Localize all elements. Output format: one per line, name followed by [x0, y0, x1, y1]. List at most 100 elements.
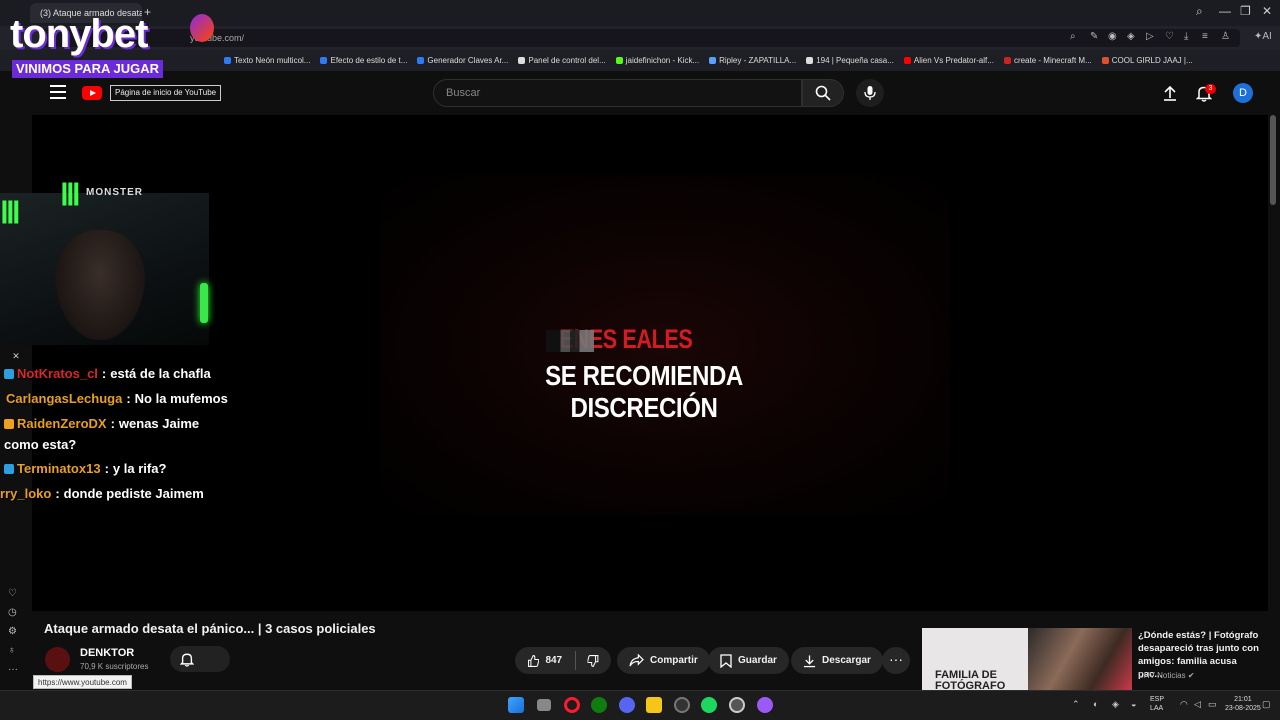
wifi-icon[interactable]: ◠ — [1180, 699, 1188, 710]
chat-separator: : — [126, 391, 131, 406]
download-button[interactable]: Descargar — [791, 647, 883, 674]
minimize-icon[interactable]: — — [1219, 4, 1231, 18]
heart-icon[interactable]: ♡ — [8, 588, 18, 599]
bookmarks-bar: Texto Neón multicol... Efecto de estilo d… — [0, 50, 1280, 71]
volume-icon[interactable]: ◁ — [1194, 699, 1201, 710]
chrome-icon[interactable] — [729, 697, 745, 713]
close-window-icon[interactable]: ✕ — [1262, 4, 1272, 18]
xbox-icon[interactable] — [591, 697, 607, 713]
hamburger-menu-icon[interactable] — [50, 85, 66, 99]
channel-subscribers: 70,9 K suscriptores — [80, 662, 149, 671]
thumbnail-text: FAMILIA DE FOTÓGRAFO — [935, 669, 1006, 692]
bookmark-label: Ripley - ZAPATILLA... — [719, 56, 797, 65]
copilot-icon[interactable] — [757, 697, 773, 713]
chat-badge-icon — [4, 464, 14, 474]
bell-icon — [180, 653, 194, 667]
more-icon[interactable]: ··· — [8, 664, 18, 675]
search-button[interactable] — [802, 79, 844, 107]
channel-name[interactable]: DENKTOR — [80, 647, 134, 659]
chat-badge-icon — [4, 419, 14, 429]
subscription-bell-button[interactable] — [170, 646, 230, 672]
clock-icon[interactable]: ◷ — [8, 607, 18, 618]
recommended-channel[interactable]: CHV Noticias ✔ — [1138, 671, 1195, 680]
bookmark-item[interactable]: Generador Claves Ar... — [417, 56, 508, 65]
file-explorer-icon[interactable] — [646, 697, 662, 713]
profile-icon[interactable]: ♙ — [1221, 31, 1230, 42]
like-count[interactable]: 847 — [545, 655, 562, 666]
monster-sponsor-label: MONSTER — [86, 187, 143, 198]
page-scrollbar[interactable] — [1270, 115, 1276, 205]
task-view-icon[interactable] — [537, 699, 551, 711]
chat-message: rry_loko: donde pediste Jaimem — [0, 486, 204, 501]
network-tray-icon[interactable]: ◒ — [1131, 699, 1136, 709]
battery-icon[interactable]: ▭ — [1208, 699, 1217, 710]
chat-username: RaidenZeroDX — [17, 416, 107, 431]
chat-badge-icon — [4, 369, 14, 379]
verified-icon: ✔ — [1187, 671, 1195, 680]
chat-text: está de la chafla — [110, 366, 211, 381]
chat-username: CarlangasLechuga — [6, 391, 123, 406]
tray-app-icon[interactable]: ◐ — [1093, 699, 1098, 709]
chat-separator: : — [55, 486, 60, 501]
brand-logo-mark-icon — [190, 14, 214, 42]
clock[interactable]: 21:01 23-08-2025 — [1225, 695, 1261, 713]
bookmark-item[interactable]: COOL GIRLD JAAJ |... — [1101, 56, 1193, 65]
zoom-icon[interactable]: ⌕ — [1070, 31, 1076, 42]
shield-icon[interactable]: ◈ — [1127, 31, 1135, 42]
bookmark-item[interactable]: Ripley - ZAPATILLA... — [709, 56, 796, 65]
thumbs-up-icon[interactable] — [527, 654, 540, 668]
youtube-logo-icon[interactable] — [82, 86, 102, 100]
spotify-icon[interactable] — [701, 697, 717, 713]
windows-taskbar — [0, 690, 1280, 720]
search-input[interactable]: Buscar — [433, 79, 802, 107]
bulb-icon[interactable]: ♁ — [8, 645, 18, 656]
create-button[interactable] — [1162, 85, 1178, 106]
address-input[interactable]: youtube.com/ — [40, 29, 1240, 47]
share-button[interactable]: Compartir — [617, 647, 710, 674]
video-title: Ataque armado desata el pánico... | 3 ca… — [44, 621, 376, 636]
language-indicator[interactable]: ESP LAA — [1150, 695, 1164, 713]
chat-close-icon[interactable]: ✕ — [9, 351, 23, 363]
channel-avatar[interactable] — [45, 647, 70, 672]
edit-icon[interactable]: ✎ — [1090, 31, 1098, 42]
heart-icon[interactable]: ♡ — [1165, 31, 1174, 42]
bookmark-item[interactable]: Efecto de estilo de t... — [320, 56, 407, 65]
play-icon[interactable]: ▷ — [1146, 31, 1154, 42]
download-icon[interactable]: ⤓ — [1184, 31, 1188, 42]
voice-search-button[interactable] — [856, 79, 884, 107]
chat-username: NotKratos_cl — [17, 366, 98, 381]
bookmark-item[interactable]: Alien Vs Predator-alf... — [903, 56, 994, 65]
bookmark-item[interactable]: 194 | Pequeña casa... — [806, 56, 894, 65]
start-icon[interactable] — [508, 697, 524, 713]
bookmark-label: Efecto de estilo de t... — [330, 56, 408, 65]
bookmark-item[interactable]: Panel de control del... — [518, 56, 606, 65]
chat-username: rry_loko — [0, 486, 52, 501]
bookmark-item[interactable]: jaidefinichon - Kick... — [615, 56, 699, 65]
menu-lines-icon[interactable]: ≡ — [1202, 31, 1208, 42]
bookmark-label: Generador Claves Ar... — [427, 56, 509, 65]
more-actions-button[interactable]: ··· — [882, 647, 910, 674]
lang-code: ESP — [1150, 696, 1165, 703]
thumbs-down-icon[interactable] — [586, 654, 599, 668]
save-button[interactable]: Guardar — [708, 647, 789, 674]
camera-icon[interactable]: ◉ — [1108, 31, 1117, 42]
bookmark-label: Alien Vs Predator-alf... — [913, 56, 994, 65]
microphone-icon — [864, 86, 876, 100]
bookmark-item[interactable]: create - Minecraft M... — [1003, 56, 1092, 65]
bookmark-item[interactable]: Texto Neón multicol... — [224, 56, 310, 65]
keyboard-layout: LAA — [1150, 705, 1164, 712]
discord-icon[interactable] — [619, 697, 635, 713]
account-avatar[interactable]: D — [1233, 83, 1253, 103]
bookmark-favicon-icon — [615, 57, 623, 64]
bookmark-favicon-icon — [1003, 57, 1011, 64]
search-tabs-icon[interactable]: ⌕ — [1196, 4, 1203, 19]
tray-expand-icon[interactable]: ⌃ — [1072, 699, 1080, 710]
opera-icon[interactable] — [564, 697, 580, 713]
bookmark-favicon-icon — [320, 57, 328, 64]
app-icon[interactable] — [674, 697, 690, 713]
notification-center-icon[interactable]: ▢ — [1262, 699, 1271, 710]
restore-icon[interactable]: ❐ — [1240, 4, 1251, 18]
gear-icon[interactable]: ⚙ — [8, 626, 18, 637]
steam-tray-icon[interactable]: ◈ — [1112, 699, 1119, 710]
ai-button[interactable]: ✦AI — [1254, 31, 1272, 42]
